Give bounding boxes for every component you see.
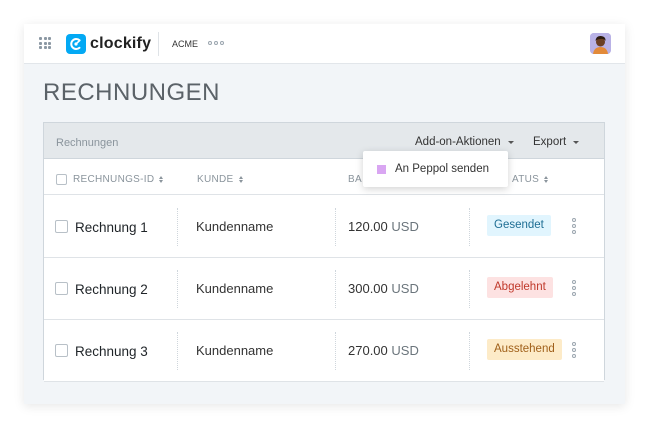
amount-value: 270.00: [348, 343, 388, 358]
amount-value: 300.00: [348, 281, 388, 296]
column-client-label: KUNDE: [197, 174, 234, 185]
export-button[interactable]: Export: [533, 136, 580, 148]
row-more-icon[interactable]: [572, 342, 576, 358]
column-invoice-id[interactable]: RECHNUNGS-ID: [56, 174, 164, 185]
top-bar: clockify ACME: [24, 24, 625, 64]
client-name: Kundenname: [196, 343, 274, 358]
cell-divider: [469, 208, 470, 246]
topbar-divider: [158, 32, 159, 56]
cell-divider: [177, 270, 178, 308]
cell-divider: [335, 270, 336, 308]
table-header: RECHNUNGS-ID KUNDE BA ATUS: [44, 159, 604, 195]
status-badge: Ausstehend: [487, 339, 562, 360]
table-row[interactable]: Rechnung 3 Kundenname 270.00 USD Aussteh…: [44, 320, 604, 382]
amount-currency: USD: [391, 343, 419, 358]
amount-value: 120.00: [348, 219, 388, 234]
row-checkbox[interactable]: [55, 282, 68, 295]
cell-divider: [177, 332, 178, 370]
cell-divider: [335, 332, 336, 370]
export-label: Export: [533, 136, 567, 148]
select-all-checkbox[interactable]: [56, 174, 67, 185]
clockify-logo[interactable]: clockify: [66, 34, 151, 54]
card-header: Rechnungen Add-on-Aktionen Export: [44, 123, 604, 159]
logo-text: clockify: [90, 35, 152, 52]
addon-actions-button[interactable]: Add-on-Aktionen: [415, 136, 514, 148]
invoice-name[interactable]: Rechnung 2: [75, 282, 148, 297]
user-avatar[interactable]: [590, 33, 611, 54]
sort-icon: [159, 176, 164, 183]
client-name: Kundenname: [196, 281, 274, 296]
table-row[interactable]: Rechnung 1 Kundenname 120.00 USD Gesende…: [44, 196, 604, 258]
cell-divider: [335, 208, 336, 246]
workspace-more-icon[interactable]: [208, 41, 224, 45]
column-client[interactable]: KUNDE: [197, 174, 243, 185]
row-more-icon[interactable]: [572, 280, 576, 296]
status-badge: Gesendet: [487, 215, 551, 236]
status-badge: Abgelehnt: [487, 277, 553, 298]
app-window: clockify ACME RECHNUNGEN Rechnungen Add-…: [24, 24, 625, 404]
row-more-icon[interactable]: [572, 218, 576, 234]
amount-currency: USD: [391, 219, 419, 234]
invoice-amount: 270.00 USD: [348, 343, 419, 358]
apps-grid-icon[interactable]: [39, 37, 51, 49]
chevron-down-icon: [507, 140, 514, 144]
sort-icon: [544, 176, 549, 183]
client-name: Kundenname: [196, 219, 274, 234]
table-row[interactable]: Rechnung 2 Kundenname 300.00 USD Abgeleh…: [44, 258, 604, 320]
column-invoice-id-label: RECHNUNGS-ID: [73, 174, 155, 185]
chevron-down-icon: [573, 140, 580, 144]
invoice-name[interactable]: Rechnung 1: [75, 220, 148, 235]
page-title: RECHNUNGEN: [43, 79, 221, 106]
addon-actions-dropdown: An Peppol senden: [363, 151, 508, 187]
invoices-card: Rechnungen Add-on-Aktionen Export RECHNU…: [43, 122, 605, 382]
row-checkbox[interactable]: [55, 344, 68, 357]
dropdown-item-label: An Peppol senden: [395, 163, 489, 175]
card-title: Rechnungen: [56, 137, 119, 149]
sort-icon: [238, 176, 243, 183]
column-amount[interactable]: BA: [348, 174, 362, 185]
column-amount-label: BA: [348, 174, 362, 185]
row-checkbox[interactable]: [55, 220, 68, 233]
cell-divider: [469, 332, 470, 370]
addon-actions-label: Add-on-Aktionen: [415, 136, 501, 148]
column-status-label: ATUS: [512, 174, 540, 185]
invoice-amount: 120.00 USD: [348, 219, 419, 234]
invoice-name[interactable]: Rechnung 3: [75, 344, 148, 359]
cell-divider: [469, 270, 470, 308]
clockify-logo-icon: [66, 34, 86, 54]
column-status[interactable]: ATUS: [512, 174, 549, 185]
invoice-amount: 300.00 USD: [348, 281, 419, 296]
peppol-color-icon: [377, 165, 386, 174]
amount-currency: USD: [391, 281, 419, 296]
cell-divider: [177, 208, 178, 246]
workspace-name[interactable]: ACME: [172, 39, 198, 49]
